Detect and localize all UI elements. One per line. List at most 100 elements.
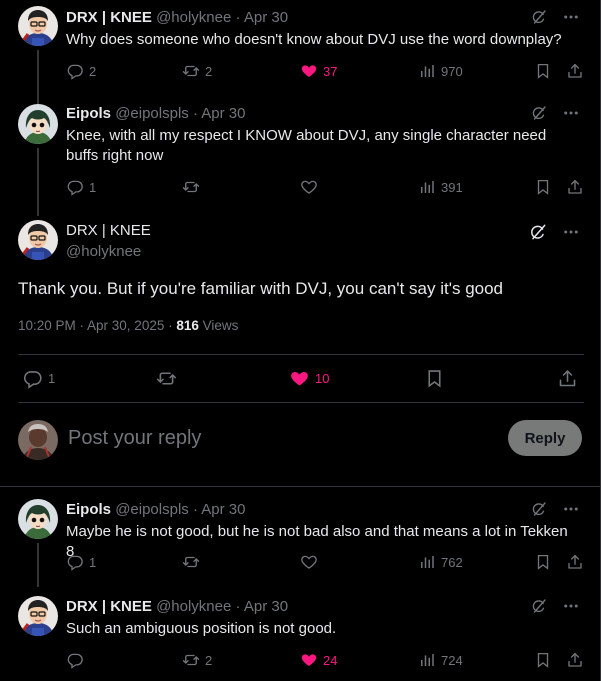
grok-icon[interactable] <box>530 104 548 122</box>
share-icon <box>566 553 584 571</box>
share-action[interactable] <box>566 651 584 669</box>
action-bar: 1 762 <box>66 553 586 573</box>
views-action[interactable]: 391 <box>418 178 463 196</box>
views-action[interactable]: 724 <box>418 651 463 669</box>
reply-tweet-1[interactable]: Eipols @eipolspls · Apr 30 Maybe he is n… <box>0 499 600 587</box>
like-action[interactable]: 37 <box>300 62 337 80</box>
author-handle[interactable]: @eipolspls <box>115 105 189 122</box>
avatar[interactable] <box>18 220 58 260</box>
bookmark-action[interactable] <box>534 553 552 571</box>
bookmark-action[interactable] <box>534 62 552 80</box>
reply-composer: Post your reply Reply <box>0 418 600 462</box>
bookmark-action[interactable] <box>424 368 445 389</box>
repost-action[interactable]: 2 <box>182 651 212 669</box>
grok-icon[interactable] <box>530 8 548 26</box>
avatar[interactable] <box>18 104 58 144</box>
post-date[interactable]: Apr 30 <box>201 501 245 518</box>
reply-tweet-2[interactable]: DRX | KNEE @holyknee · Apr 30 Such an am… <box>0 596 600 680</box>
author-name[interactable]: DRX | KNEE <box>66 598 152 615</box>
like-count: 10 <box>315 371 330 386</box>
grok-icon[interactable] <box>530 500 548 518</box>
avatar[interactable] <box>18 499 58 539</box>
like-action[interactable] <box>300 553 323 571</box>
author-handle[interactable]: @eipolspls <box>115 501 189 518</box>
repost-action[interactable] <box>156 368 177 389</box>
views-action[interactable]: 970 <box>418 62 463 80</box>
heart-filled-icon <box>300 651 318 669</box>
post-date[interactable]: Apr 30 <box>201 105 245 122</box>
tweet-text: Knee, with all my respect I KNOW about D… <box>66 127 547 164</box>
bookmark-action[interactable] <box>534 651 552 669</box>
avatar[interactable] <box>18 6 58 46</box>
repost-action[interactable] <box>182 553 205 571</box>
repost-action[interactable] <box>182 178 205 196</box>
reply-action[interactable]: 1 <box>66 553 96 571</box>
reply-count: 1 <box>89 179 97 195</box>
tweet-text: Why does someone who doesn't know about … <box>66 31 562 48</box>
reply-input[interactable]: Post your reply <box>68 427 201 450</box>
view-count: 391 <box>441 179 463 195</box>
heart-icon <box>300 553 318 571</box>
reply-action[interactable] <box>66 651 89 669</box>
divider <box>18 402 584 403</box>
reply-icon <box>66 62 84 80</box>
reply-action[interactable]: 1 <box>66 178 96 196</box>
divider <box>0 486 600 487</box>
author-handle[interactable]: @holyknee <box>66 242 141 262</box>
reply-count: 1 <box>89 554 97 570</box>
author-name[interactable]: Eipols <box>66 501 111 518</box>
current-user-avatar[interactable] <box>18 420 58 460</box>
post-date[interactable]: Apr 30 <box>244 9 288 26</box>
reply-icon <box>22 368 43 389</box>
reply-action[interactable]: 1 <box>22 368 55 389</box>
action-bar: 1 391 <box>66 178 586 198</box>
share-icon <box>557 368 578 389</box>
author-name[interactable]: Eipols <box>66 105 111 122</box>
like-action[interactable] <box>300 178 323 196</box>
separator: · <box>235 9 241 26</box>
share-action[interactable] <box>557 368 578 389</box>
thread-tweet-1[interactable]: DRX | KNEE @holyknee · Apr 30 Why does s… <box>0 6 600 106</box>
like-action[interactable]: 24 <box>300 651 337 669</box>
share-action[interactable] <box>566 178 584 196</box>
view-count: 970 <box>441 63 463 79</box>
author-name[interactable]: DRX | KNEE <box>66 221 151 241</box>
reply-button[interactable]: Reply <box>508 420 582 456</box>
repost-icon <box>182 651 200 669</box>
more-icon[interactable] <box>562 597 580 615</box>
post-date[interactable]: Apr 30 <box>244 598 288 615</box>
like-count: 24 <box>323 652 338 668</box>
action-bar: 2 24 724 <box>66 651 586 671</box>
separator: · <box>235 598 241 615</box>
more-icon[interactable] <box>562 104 580 122</box>
heart-filled-icon <box>300 62 318 80</box>
repost-icon <box>182 553 200 571</box>
reply-icon <box>66 553 84 571</box>
views-icon <box>418 651 436 669</box>
reply-count: 1 <box>48 371 56 386</box>
tweet-top-icons <box>528 222 580 242</box>
share-action[interactable] <box>566 553 584 571</box>
share-action[interactable] <box>566 62 584 80</box>
grok-icon[interactable] <box>530 597 548 615</box>
grok-icon[interactable] <box>528 222 548 242</box>
author-name[interactable]: DRX | KNEE <box>66 9 152 26</box>
tweet-header: DRX | KNEE @holyknee · Apr 30 <box>66 8 288 28</box>
author-handle[interactable]: @holyknee <box>156 598 231 615</box>
thread-tweet-2[interactable]: Eipols @eipolspls · Apr 30 Knee, with al… <box>0 104 600 216</box>
tweet-top-icons <box>530 597 580 615</box>
repost-action[interactable]: 2 <box>182 62 212 80</box>
tweet-top-icons <box>530 500 580 518</box>
views-action[interactable]: 762 <box>418 553 463 571</box>
avatar[interactable] <box>18 596 58 636</box>
author-handle[interactable]: @holyknee <box>156 9 231 26</box>
tweet-text: Thank you. But if you're familiar with D… <box>18 279 504 298</box>
post-timestamp[interactable]: 10:20 PM · Apr 30, 2025 · <box>18 318 173 333</box>
bookmark-action[interactable] <box>534 178 552 196</box>
more-icon[interactable] <box>562 500 580 518</box>
thread-connector <box>37 50 39 106</box>
more-icon[interactable] <box>562 8 580 26</box>
like-action[interactable]: 10 <box>289 368 329 389</box>
reply-action[interactable]: 2 <box>66 62 96 80</box>
more-icon[interactable] <box>562 223 580 241</box>
